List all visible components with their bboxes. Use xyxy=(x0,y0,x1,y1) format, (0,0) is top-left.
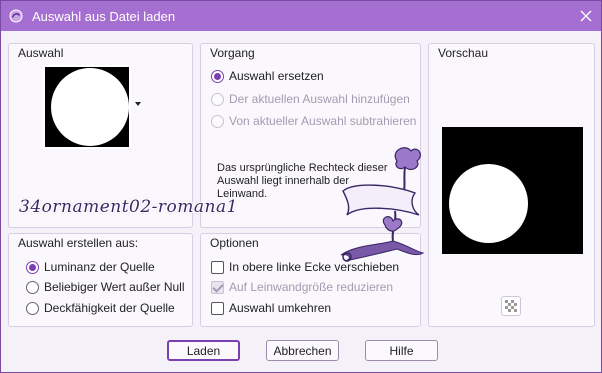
checkbox-label: Auswahl umkehren xyxy=(229,301,332,315)
cancel-button[interactable]: Abbrechen xyxy=(266,340,339,361)
radio-indicator[interactable] xyxy=(26,301,39,315)
checkbox-leinwandgroesse[interactable]: Auf Leinwandgröße reduzieren xyxy=(211,280,393,294)
flower-ornament-watermark xyxy=(340,147,425,262)
preview-circle xyxy=(449,164,528,243)
radio-label: Auswahl ersetzen xyxy=(229,69,324,83)
group-title-auswahl: Auswahl xyxy=(17,46,65,60)
group-title-erstellen: Auswahl erstellen aus: xyxy=(17,236,140,250)
radio-indicator[interactable] xyxy=(211,114,224,128)
window-title: Auswahl aus Datei laden xyxy=(32,9,176,24)
radio-label: Deckfähigkeit der Quelle xyxy=(44,301,175,315)
close-icon xyxy=(580,10,592,22)
load-button[interactable]: Laden xyxy=(167,340,240,361)
group-title-vorgang: Vorgang xyxy=(209,46,256,60)
group-title-vorschau: Vorschau xyxy=(437,46,490,60)
selection-thumbnail[interactable] xyxy=(43,65,131,149)
checkbox-indicator[interactable] xyxy=(211,301,224,315)
help-button[interactable]: Hilfe xyxy=(365,340,438,361)
radio-indicator[interactable] xyxy=(26,260,39,274)
close-button[interactable] xyxy=(575,5,597,27)
radio-deckfaehigkeit[interactable]: Deckfähigkeit der Quelle xyxy=(26,301,175,315)
radio-auswahl-ersetzen[interactable]: Auswahl ersetzen xyxy=(211,69,324,83)
preview-canvas xyxy=(442,127,583,254)
radio-label: Der aktuellen Auswahl hinzufügen xyxy=(229,92,410,106)
radio-beliebiger-wert[interactable]: Beliebiger Wert außer Null xyxy=(26,280,185,294)
chevron-down-icon[interactable] xyxy=(135,102,141,106)
radio-indicator[interactable] xyxy=(211,69,224,83)
title-bar[interactable]: Auswahl aus Datei laden xyxy=(1,1,601,31)
radio-label: Luminanz der Quelle xyxy=(44,260,155,274)
radio-auswahl-subtrahieren[interactable]: Von aktueller Auswahl subtrahieren xyxy=(211,114,416,128)
thumbnail-circle xyxy=(51,68,129,146)
group-title-optionen: Optionen xyxy=(209,236,260,250)
checkbox-label: Auf Leinwandgröße reduzieren xyxy=(229,280,394,294)
dialog-window: Auswahl aus Datei laden Auswahl Vorgang … xyxy=(0,0,602,373)
checkerboard-icon xyxy=(505,300,517,312)
radio-indicator[interactable] xyxy=(211,92,224,106)
radio-luminanz[interactable]: Luminanz der Quelle xyxy=(26,260,155,274)
radio-label: Von aktueller Auswahl subtrahieren xyxy=(229,114,417,128)
checkbox-indicator[interactable] xyxy=(211,260,224,274)
checkbox-auswahl-umkehren[interactable]: Auswahl umkehren xyxy=(211,301,331,315)
checkbox-indicator[interactable] xyxy=(211,280,224,294)
radio-label: Beliebiger Wert außer Null xyxy=(44,280,185,294)
radio-indicator[interactable] xyxy=(26,280,39,294)
watermark-filename: 34ornament02-romana1 xyxy=(19,197,238,217)
app-icon xyxy=(9,9,23,23)
preview-zoom-button[interactable] xyxy=(501,296,521,316)
radio-auswahl-hinzufuegen[interactable]: Der aktuellen Auswahl hinzufügen xyxy=(211,92,410,106)
